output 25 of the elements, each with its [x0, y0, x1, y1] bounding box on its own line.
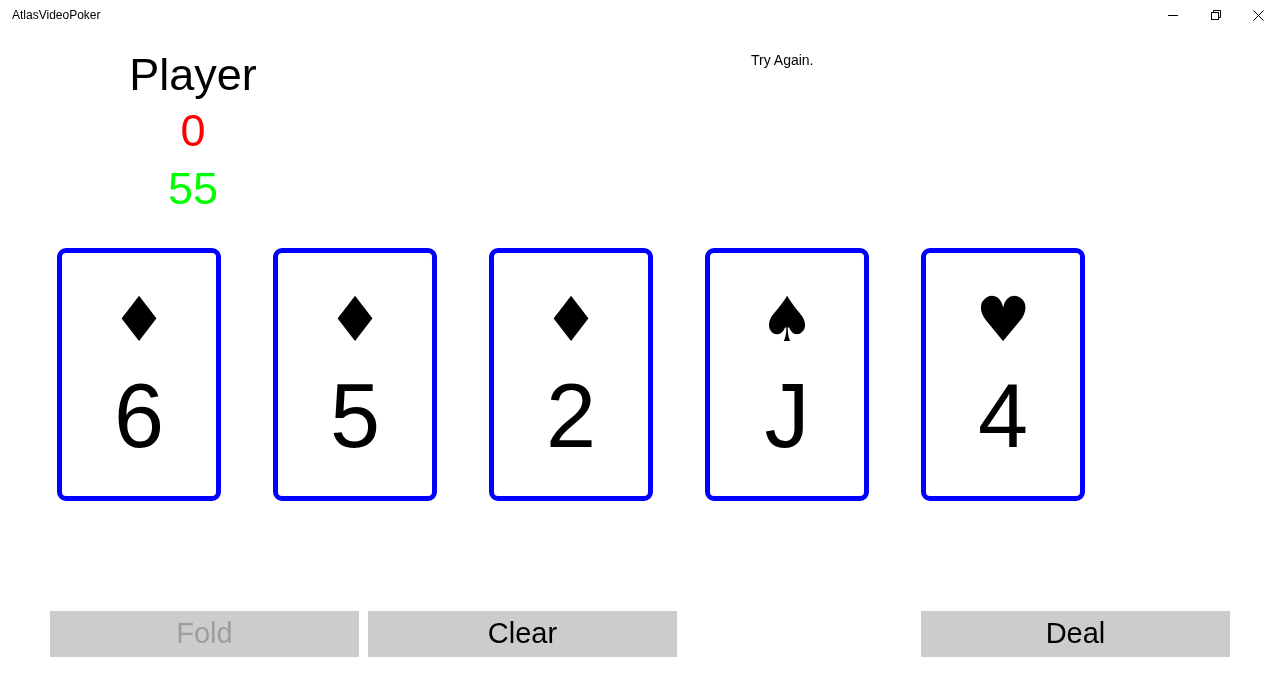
- card-rank: 2: [545, 370, 597, 462]
- suit-symbol: ♥: [975, 289, 1031, 351]
- card-rank: J: [764, 370, 810, 462]
- window-title: AtlasVideoPoker: [12, 7, 101, 24]
- playing-card[interactable]: ♦ 2: [489, 248, 653, 501]
- playing-card[interactable]: ♦ 6: [57, 248, 221, 501]
- suit-symbol: ♦: [111, 289, 167, 351]
- card-rank: 6: [113, 370, 165, 462]
- action-button[interactable]: Deal: [921, 611, 1230, 657]
- action-button[interactable]: Clear: [368, 611, 677, 657]
- status-message: Try Again.: [751, 51, 814, 69]
- close-icon: [1253, 9, 1264, 21]
- restore-icon: [1210, 10, 1221, 20]
- score-value: 0: [180, 104, 206, 158]
- suit-symbol: ♠: [759, 289, 815, 351]
- playing-card[interactable]: ♦ 5: [273, 248, 437, 501]
- score-value: 55: [167, 162, 219, 216]
- playing-card[interactable]: ♥ 4: [921, 248, 1085, 501]
- suit-symbol: ♦: [327, 289, 383, 351]
- suit-symbol: ♦: [543, 289, 599, 351]
- card-rank: 5: [329, 370, 381, 462]
- player-label: Player: [129, 48, 257, 102]
- playing-card[interactable]: ♠ J: [705, 248, 869, 501]
- card-rank: 4: [977, 370, 1029, 462]
- minimize-icon: [1167, 14, 1178, 16]
